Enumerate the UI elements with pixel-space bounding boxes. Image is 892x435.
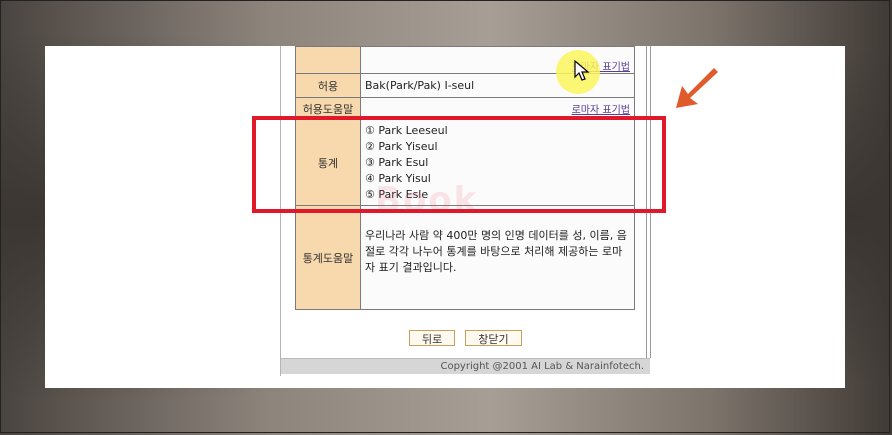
- screenshot-frame: [0, 0, 890, 433]
